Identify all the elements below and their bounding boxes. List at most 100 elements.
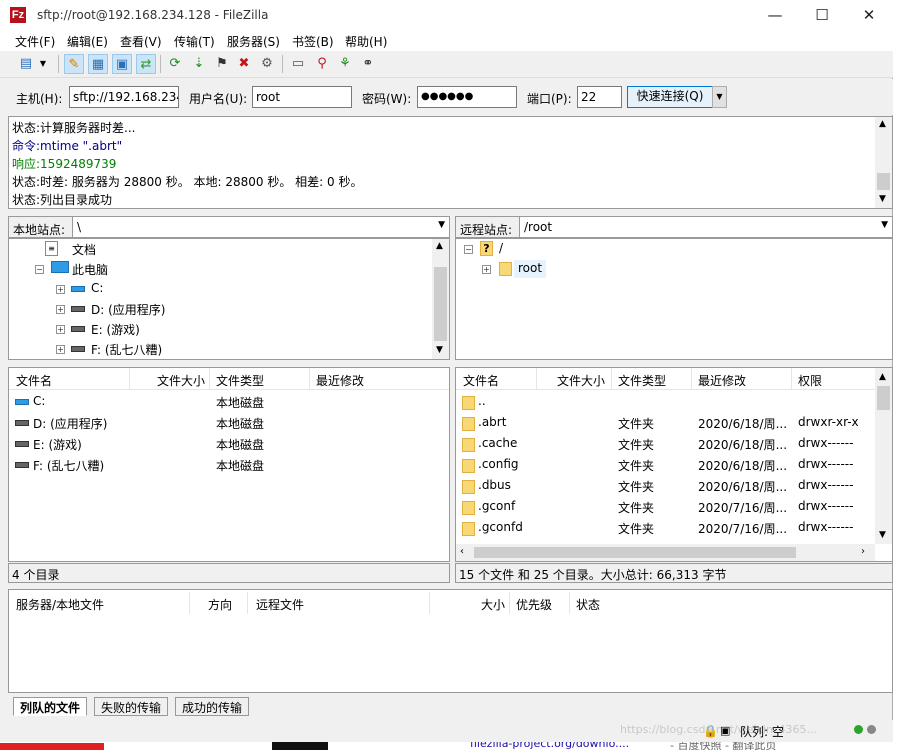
- queue-col-priority[interactable]: 优先级: [516, 596, 552, 613]
- filter-icon[interactable]: ▭: [288, 54, 308, 74]
- minimize-button[interactable]: —: [752, 0, 798, 31]
- local-col-modified[interactable]: 最近修改: [316, 372, 364, 389]
- toggle-queue-icon[interactable]: ⇄: [136, 54, 156, 74]
- expand-icon[interactable]: +: [56, 325, 65, 334]
- column-divider[interactable]: [247, 592, 248, 614]
- queue-col-direction[interactable]: 方向: [208, 596, 232, 613]
- remote-col-modified[interactable]: 最近修改: [698, 372, 746, 389]
- local-col-type[interactable]: 文件类型: [216, 372, 264, 389]
- background-link[interactable]: filezilla-project.org/downlo....: [470, 742, 629, 750]
- menu-edit[interactable]: 编辑(E): [67, 33, 108, 50]
- scroll-down-icon[interactable]: ▼: [436, 345, 443, 355]
- tree-node-drive-d[interactable]: + D: (应用程序): [9, 299, 429, 319]
- expand-icon[interactable]: +: [56, 305, 65, 314]
- tree-node-root[interactable]: + root: [456, 259, 886, 279]
- scroll-down-icon[interactable]: ▼: [879, 194, 886, 204]
- toggle-remote-tree-icon[interactable]: ▣: [112, 54, 132, 74]
- title-bar[interactable]: Fz sftp://root@192.168.234.128 - FileZil…: [0, 0, 893, 31]
- quickconnect-button[interactable]: 快速连接(Q): [627, 86, 713, 108]
- cancel-icon[interactable]: ⚑: [212, 54, 232, 74]
- toggle-local-tree-icon[interactable]: ▦: [88, 54, 108, 74]
- remote-list-scroll-thumb[interactable]: [877, 386, 890, 410]
- chevron-down-icon[interactable]: ▼: [881, 220, 888, 230]
- toggle-log-icon[interactable]: ✎: [64, 54, 84, 74]
- port-input[interactable]: 22: [577, 86, 622, 108]
- scroll-down-icon[interactable]: ▼: [879, 530, 886, 540]
- column-divider[interactable]: [611, 368, 612, 390]
- table-row[interactable]: .dbus 文件夹 2020/6/18/周... drwx------: [456, 476, 892, 497]
- table-row[interactable]: .abrt 文件夹 2020/6/18/周... drwxr-xr-x: [456, 413, 892, 434]
- tree-node-drive-c[interactable]: + C:: [9, 279, 429, 299]
- log-scroll-thumb[interactable]: [877, 173, 890, 190]
- username-input[interactable]: root: [252, 86, 352, 108]
- table-row[interactable]: .gconfd 文件夹 2020/7/16/周... drwx------: [456, 518, 892, 539]
- password-input[interactable]: ●●●●●●: [417, 86, 517, 108]
- local-tree-scroll-thumb[interactable]: [434, 267, 447, 341]
- sync-browse-icon[interactable]: ⚘: [335, 54, 355, 74]
- menu-view[interactable]: 查看(V): [120, 33, 162, 50]
- queue-col-size[interactable]: 大小: [481, 596, 505, 613]
- local-col-size[interactable]: 文件大小: [157, 372, 205, 389]
- scroll-up-icon[interactable]: ▲: [879, 372, 886, 382]
- local-tree-scrollbar[interactable]: ▲ ▼: [432, 239, 449, 359]
- disconnect-icon[interactable]: ✖: [234, 54, 254, 74]
- tree-node-root-slash[interactable]: − ? /: [456, 239, 886, 259]
- remote-col-name[interactable]: 文件名: [463, 372, 499, 389]
- remote-list-scrollbar[interactable]: ▲ ▼: [875, 368, 892, 544]
- table-row[interactable]: .gconf 文件夹 2020/7/16/周... drwx------: [456, 497, 892, 518]
- local-path-combo[interactable]: \ ▼: [72, 217, 449, 237]
- table-row[interactable]: .cache 文件夹 2020/6/18/周... drwx------: [456, 434, 892, 455]
- table-row[interactable]: F: (乱七八糟) 本地磁盘: [9, 455, 449, 476]
- column-divider[interactable]: [429, 592, 430, 614]
- column-divider[interactable]: [791, 368, 792, 390]
- tree-node-drive-e[interactable]: + E: (游戏): [9, 319, 429, 339]
- quickconnect-dropdown-icon[interactable]: ▼: [712, 86, 727, 108]
- menu-server[interactable]: 服务器(S): [227, 33, 280, 50]
- expand-icon[interactable]: +: [56, 345, 65, 354]
- process-queue-icon[interactable]: ⇣: [189, 54, 209, 74]
- table-row[interactable]: C: 本地磁盘: [9, 392, 449, 413]
- menu-bookmarks[interactable]: 书签(B): [292, 33, 334, 50]
- remote-col-permissions[interactable]: 权限: [798, 372, 822, 389]
- queue-col-server-local[interactable]: 服务器/本地文件: [16, 596, 104, 613]
- queue-col-remote-file[interactable]: 远程文件: [256, 596, 304, 613]
- table-row[interactable]: D: (应用程序) 本地磁盘: [9, 413, 449, 434]
- tree-node-documents[interactable]: ≡ 文档: [9, 239, 429, 259]
- column-divider[interactable]: [309, 368, 310, 390]
- queue-col-status[interactable]: 状态: [576, 596, 600, 613]
- menu-transfer[interactable]: 传输(T): [174, 33, 215, 50]
- column-divider[interactable]: [209, 368, 210, 390]
- search-icon[interactable]: ⚭: [358, 54, 378, 74]
- compare-icon[interactable]: ⚲: [312, 54, 332, 74]
- table-row[interactable]: .config 文件夹 2020/6/18/周... drwx------: [456, 455, 892, 476]
- column-divider[interactable]: [509, 592, 510, 614]
- maximize-button[interactable]: ☐: [799, 0, 845, 31]
- column-divider[interactable]: [189, 592, 190, 614]
- tab-queued-files[interactable]: 列队的文件: [13, 697, 88, 716]
- remote-col-type[interactable]: 文件类型: [618, 372, 666, 389]
- expand-icon[interactable]: +: [56, 285, 65, 294]
- tree-node-this-pc[interactable]: − 此电脑: [9, 259, 429, 279]
- scroll-left-icon[interactable]: ‹: [460, 546, 464, 557]
- close-button[interactable]: ✕: [846, 0, 892, 31]
- tree-node-drive-f[interactable]: + F: (乱七八糟): [9, 339, 429, 359]
- host-input[interactable]: sftp://192.168.234.128: [69, 86, 179, 108]
- tab-failed-transfers[interactable]: 失败的传输: [94, 697, 169, 716]
- tab-successful-transfers[interactable]: 成功的传输: [175, 697, 250, 716]
- menu-file[interactable]: 文件(F): [15, 33, 55, 50]
- scroll-right-icon[interactable]: ›: [861, 546, 865, 557]
- expand-icon[interactable]: +: [482, 265, 491, 274]
- refresh-icon[interactable]: ⟳: [165, 54, 185, 74]
- column-divider[interactable]: [536, 368, 537, 390]
- message-log[interactable]: 状态:计算服务器时差... 命令:mtime ".abrt" 响应:159248…: [8, 116, 893, 209]
- dropdown-arrow-icon[interactable]: ▼: [36, 54, 50, 74]
- scroll-up-icon[interactable]: ▲: [879, 119, 886, 129]
- chevron-down-icon[interactable]: ▼: [438, 220, 445, 230]
- local-col-name[interactable]: 文件名: [16, 372, 52, 389]
- table-row[interactable]: E: (游戏) 本地磁盘: [9, 434, 449, 455]
- table-row[interactable]: ..: [456, 392, 892, 413]
- collapse-icon[interactable]: −: [464, 245, 473, 254]
- menu-help[interactable]: 帮助(H): [345, 33, 387, 50]
- column-divider[interactable]: [691, 368, 692, 390]
- remote-col-size[interactable]: 文件大小: [557, 372, 605, 389]
